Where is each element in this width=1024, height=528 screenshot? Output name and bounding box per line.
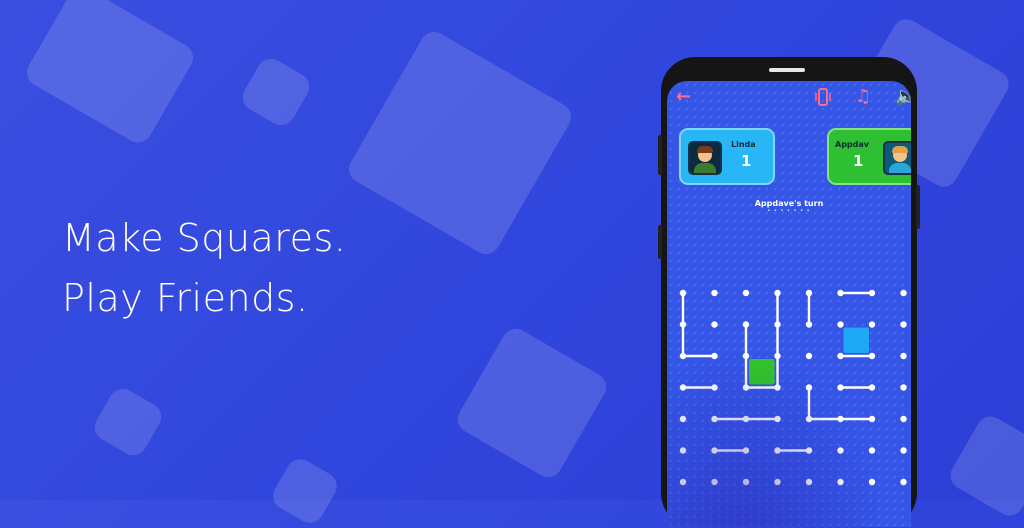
board-dot[interactable] (742, 289, 750, 297)
board-dot[interactable] (900, 384, 907, 391)
decor-square (945, 411, 1024, 521)
board-dot[interactable] (805, 352, 813, 360)
board-dot[interactable] (837, 415, 844, 423)
decor-square (268, 454, 342, 528)
game-board[interactable] (667, 277, 911, 527)
phone-speaker (769, 68, 805, 72)
board-dot[interactable] (837, 321, 844, 328)
player-name: Appdav (835, 140, 869, 149)
board-dot[interactable] (711, 352, 718, 360)
board-dot[interactable] (742, 415, 750, 423)
decor-square (237, 53, 315, 131)
board-dot[interactable] (805, 384, 813, 391)
board-dot[interactable] (679, 321, 687, 328)
board-dot[interactable] (900, 352, 907, 360)
board-dot[interactable] (868, 352, 876, 360)
board-dot[interactable] (805, 289, 813, 297)
board-dot[interactable] (774, 321, 781, 328)
board-dot[interactable] (711, 321, 718, 328)
board-dot[interactable] (742, 478, 750, 486)
turn-timer-dots: • • • • • • • (767, 208, 811, 214)
player-score: 1 (853, 152, 864, 170)
board-dot[interactable] (679, 478, 687, 486)
claimed-box-green (749, 359, 775, 385)
player-card-linda: Linda 1 (679, 128, 775, 185)
tagline-line-1: Make Squares. (62, 216, 347, 260)
decor-square (21, 0, 199, 148)
board-dot[interactable] (868, 384, 876, 391)
board-dot[interactable] (868, 478, 876, 486)
music-icon[interactable]: ♫ (855, 87, 871, 107)
speaker-icon[interactable]: 🔈 (895, 87, 911, 107)
board-dot[interactable] (837, 352, 844, 360)
claimed-box-blue (843, 327, 869, 353)
board-dot[interactable] (837, 384, 844, 391)
turn-indicator: Appdave's turn (754, 199, 824, 208)
board-dot[interactable] (679, 289, 687, 297)
board-dot[interactable] (900, 415, 907, 423)
board-dot[interactable] (711, 478, 718, 486)
board-dot[interactable] (837, 478, 844, 486)
board-dot[interactable] (711, 415, 718, 423)
board-dot[interactable] (679, 384, 687, 391)
board-dot[interactable] (679, 352, 687, 360)
board-dot[interactable] (774, 289, 781, 297)
board-dot[interactable] (711, 289, 718, 297)
board-dot[interactable] (679, 447, 687, 454)
board-dot[interactable] (837, 289, 844, 297)
board-dot[interactable] (868, 415, 876, 423)
avatar (883, 141, 911, 175)
board-dot[interactable] (900, 447, 907, 454)
board-dot[interactable] (774, 478, 781, 486)
board-dot[interactable] (900, 289, 907, 297)
board-dot[interactable] (774, 352, 781, 360)
board-dot[interactable] (805, 321, 813, 328)
board-dot[interactable] (900, 478, 907, 486)
board-dot[interactable] (742, 352, 750, 360)
board-dot[interactable] (868, 447, 876, 454)
board-dot[interactable] (805, 415, 813, 423)
decor-square (89, 383, 167, 461)
board-dot[interactable] (742, 447, 750, 454)
board-dot[interactable] (711, 447, 718, 454)
board-dot[interactable] (742, 321, 750, 328)
decor-square (343, 26, 577, 260)
phone-side-button (658, 225, 662, 259)
phone-frame: ← ♫ 🔈 Linda 1 Appdav 1 Appdave's turn • … (658, 57, 920, 527)
tagline-line-2: Play Friends. (62, 276, 309, 320)
board-dot[interactable] (774, 384, 781, 391)
board-dot[interactable] (774, 447, 781, 454)
back-arrow-icon[interactable]: ← (676, 87, 691, 107)
board-dot[interactable] (868, 321, 876, 328)
decor-square (452, 323, 612, 483)
board-dot[interactable] (900, 321, 907, 328)
game-screen: ← ♫ 🔈 Linda 1 Appdav 1 Appdave's turn • … (667, 81, 911, 527)
board-dot[interactable] (805, 447, 813, 454)
board-dot[interactable] (711, 384, 718, 391)
board-dot[interactable] (868, 289, 876, 297)
player-name: Linda (731, 140, 756, 149)
phone-side-button (658, 135, 662, 175)
player-card-appdave: Appdav 1 (827, 128, 911, 185)
board-dot[interactable] (774, 415, 781, 423)
player-score: 1 (741, 152, 752, 170)
board-dot[interactable] (679, 415, 687, 423)
phone-side-button (916, 185, 920, 229)
board-dot[interactable] (805, 478, 813, 486)
board-dot[interactable] (742, 384, 750, 391)
board-dot[interactable] (837, 447, 844, 454)
vibrate-icon[interactable] (815, 87, 831, 112)
avatar (688, 141, 722, 175)
